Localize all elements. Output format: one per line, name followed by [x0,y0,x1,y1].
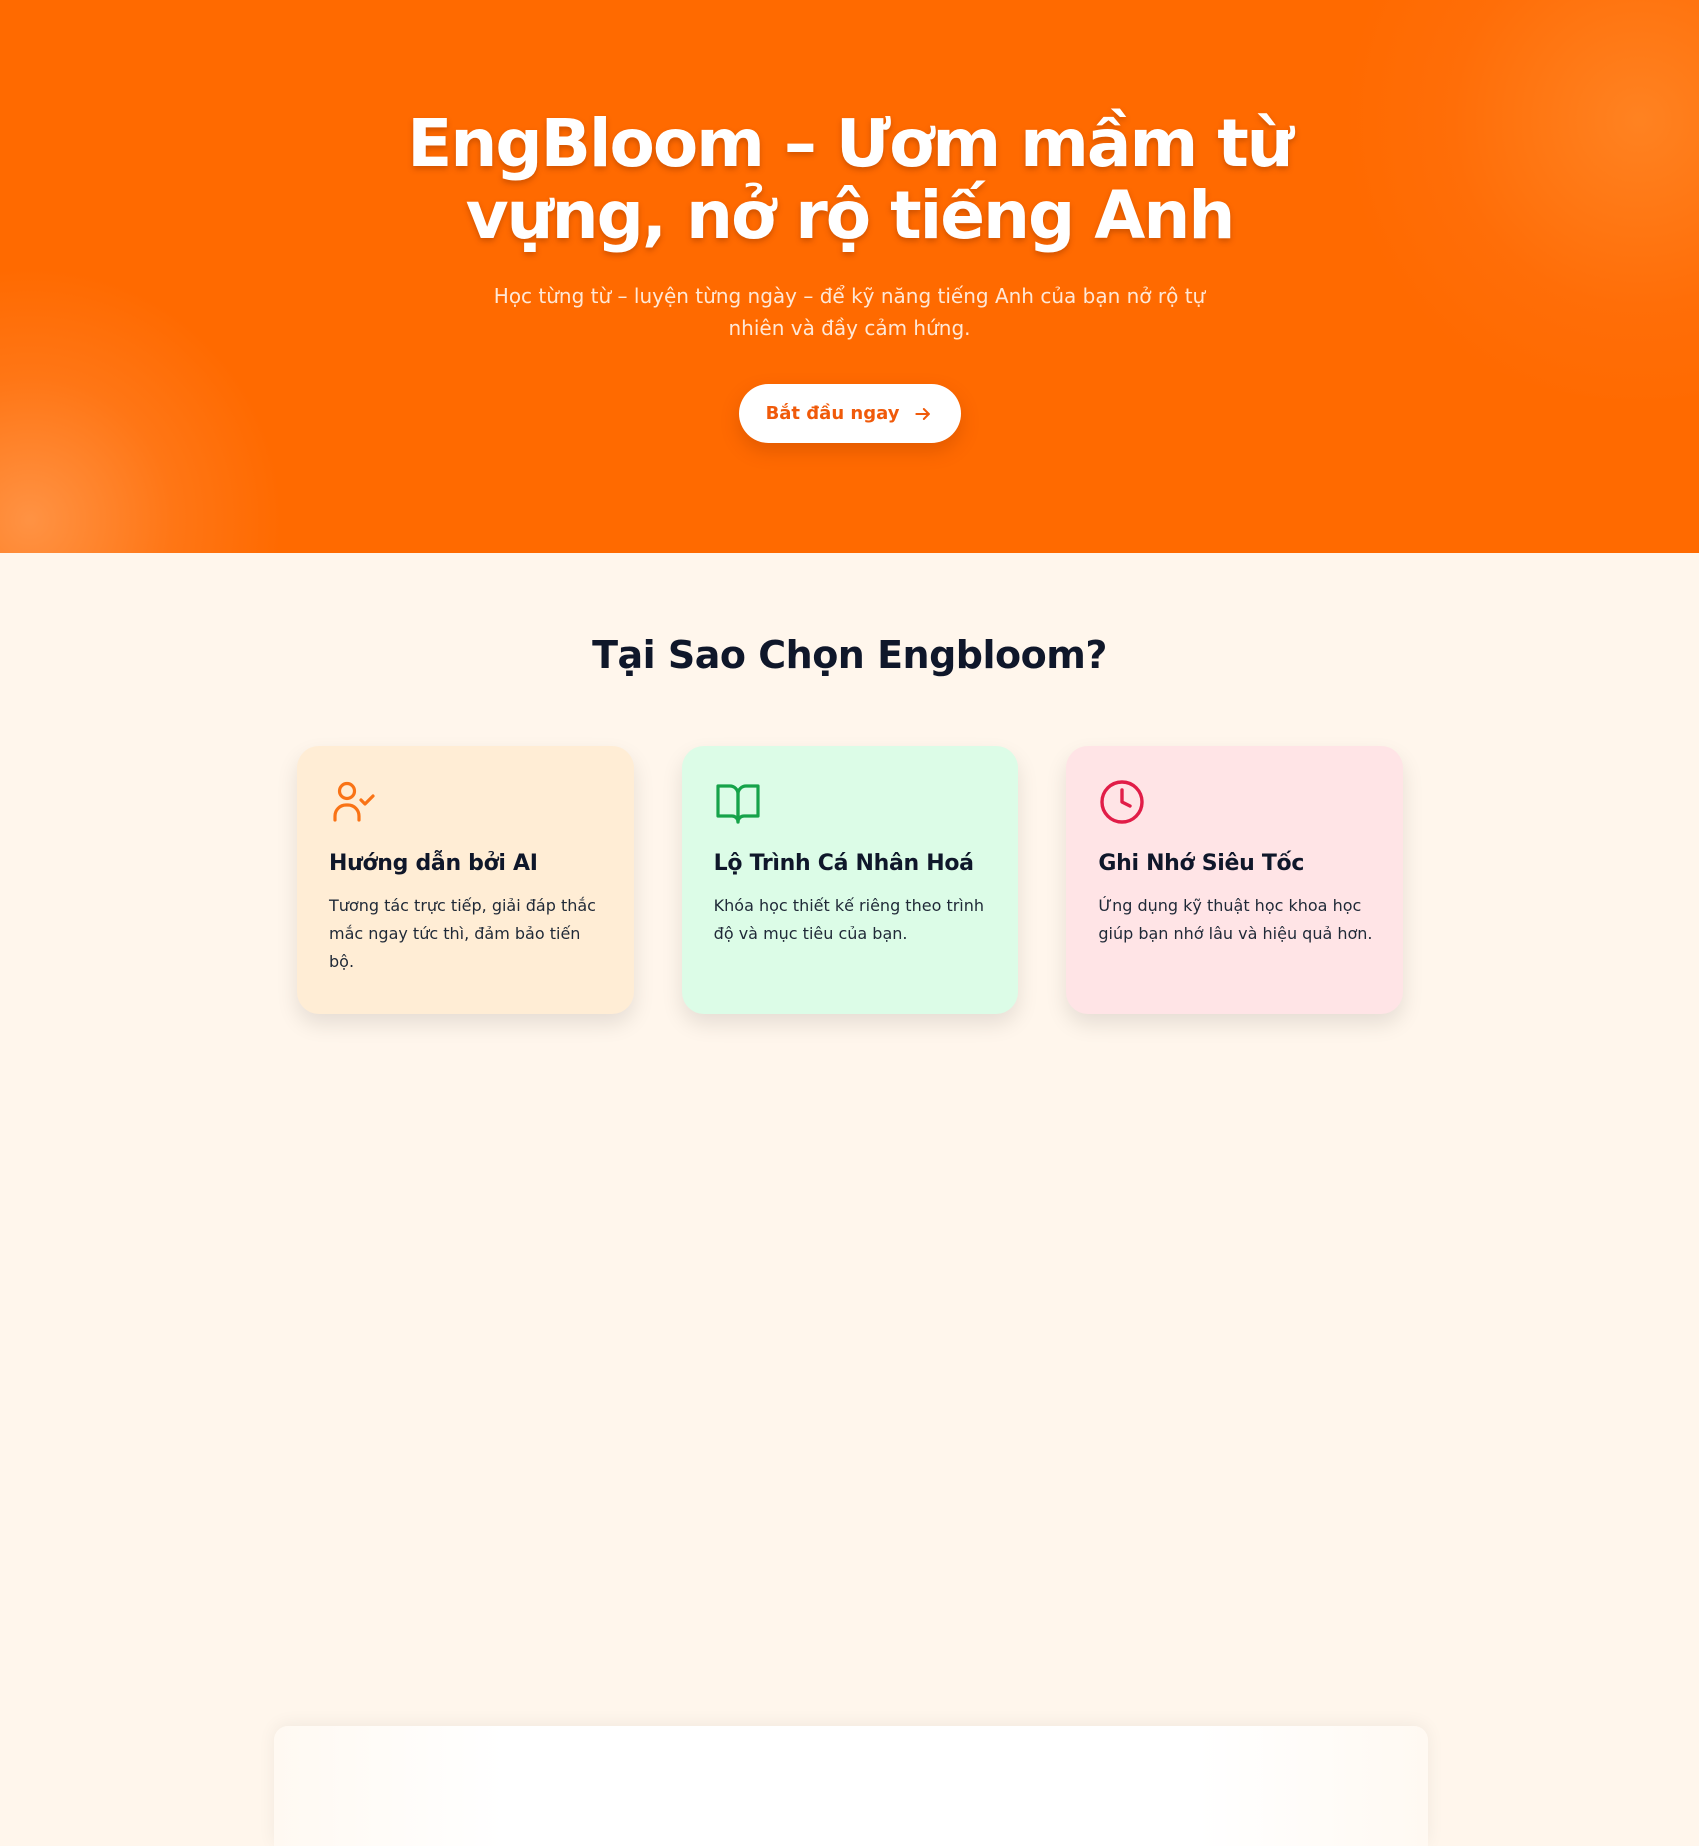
start-now-button-label: Bắt đầu ngay [765,403,900,424]
features-title: Tại Sao Chọn Engbloom? [592,633,1107,677]
feature-card-title: Ghi Nhớ Siêu Tốc [1098,851,1305,876]
hero-section: EngBloom – Ươm mầm từ vựng, nở rộ tiếng … [0,0,1699,553]
feature-card-fast-memory: Ghi Nhớ Siêu Tốc Ứng dụng kỹ thuật học k… [1066,746,1404,1014]
feature-card-title: Lộ Trình Cá Nhân Hoá [713,851,974,876]
feature-card-description: Ứng dụng kỹ thuật học khoa học giúp bạn … [1098,896,1373,943]
hero-title-line: vựng, nở rộ tiếng Anh [465,177,1236,254]
feature-card-personalized-path: Lộ Trình Cá Nhân Hoá Khóa học thiết kế r… [681,746,1019,1014]
feature-card-title: Hướng dẫn bởi AI [329,851,538,876]
arrow-right-icon [913,404,933,424]
book-open-icon [714,778,762,826]
bottom-content-panel [274,1726,1428,1846]
feature-card-description: Tương tác trực tiếp, giải đáp thắc mắc n… [329,896,596,971]
start-now-button[interactable]: Bắt đầu ngay [738,384,961,443]
hero-title: EngBloom – Ươm mầm từ vựng, nở rộ tiếng … [0,0,1699,252]
hero-glow-decoration [0,260,280,553]
user-check-icon [329,778,377,826]
feature-card-description: Khóa học thiết kế riêng theo trình độ và… [713,896,985,943]
hero-title-line: EngBloom – Ươm mầm từ [407,105,1293,182]
hero-subtitle: Học từng từ – luyện từng ngày – để kỹ nă… [493,284,1206,340]
features-section: Tại Sao Chọn Engbloom? Hướng dẫn bởi AI … [0,553,1699,1846]
feature-card-ai-guidance: Hướng dẫn bởi AI Tương tác trực tiếp, gi… [297,746,634,1014]
clock-icon [1098,778,1146,826]
feature-cards: Hướng dẫn bởi AI Tương tác trực tiếp, gi… [297,746,1404,1014]
